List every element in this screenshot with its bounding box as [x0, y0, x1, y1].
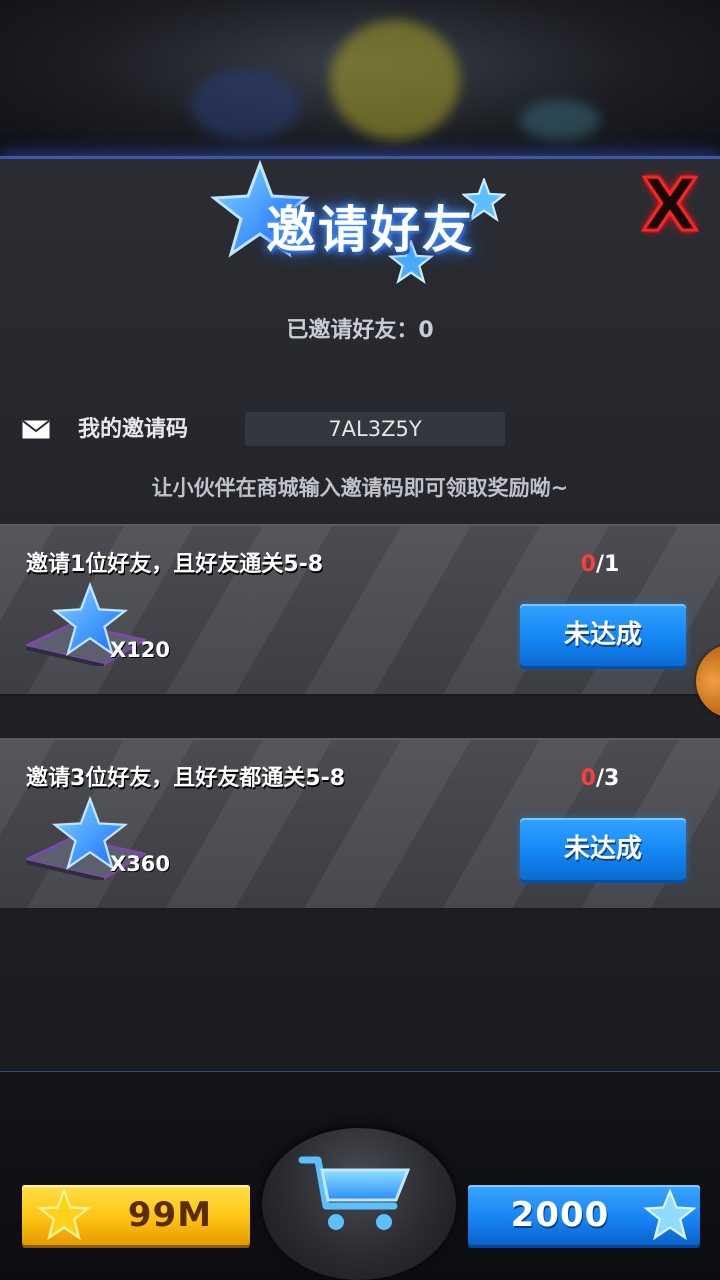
invited-count-text: 已邀请好友：0: [286, 318, 434, 343]
task-status-button[interactable]: 未达成: [520, 604, 686, 666]
background-character: [330, 20, 460, 140]
task-title: 邀请1位好友，且好友通关5-8: [26, 552, 324, 577]
task-progress-current: 0: [580, 766, 596, 791]
task-status-button[interactable]: 未达成: [520, 818, 686, 880]
task-progress-total: /3: [595, 766, 620, 791]
task-progress-total: /1: [595, 552, 620, 577]
task-progress: 0/1: [560, 552, 640, 577]
close-icon[interactable]: X: [632, 168, 708, 243]
invite-hint-text: 让小伙伴在商城输入邀请码即可领取奖励呦~: [151, 476, 569, 500]
gold-amount: 99M: [127, 1195, 213, 1235]
task-row: 邀请3位好友，且好友都通关5-8 0/3 X360 未达成: [0, 738, 720, 910]
shopping-cart-icon[interactable]: [296, 1150, 416, 1236]
gold-star-icon: [37, 1188, 91, 1241]
dialog-title: 邀请好友: [266, 201, 474, 259]
background-blob: [520, 100, 600, 140]
reward-quantity: X120: [110, 638, 171, 662]
background-blob: [190, 70, 300, 140]
blue-star-icon: [643, 1188, 697, 1241]
mail-icon: [22, 420, 50, 439]
reward-quantity: X360: [110, 852, 171, 876]
task-progress-current: 0: [580, 552, 596, 577]
task-title: 邀请3位好友，且好友都通关5-8: [26, 766, 346, 791]
task-row: 邀请1位好友，且好友通关5-8 0/1 X120 未达成: [0, 524, 720, 696]
invite-code-label: 我的邀请码: [78, 417, 189, 442]
invite-code-field[interactable]: 7AL3Z5Y: [245, 412, 505, 446]
gem-amount: 2000: [510, 1195, 610, 1235]
task-progress: 0/3: [560, 766, 640, 791]
